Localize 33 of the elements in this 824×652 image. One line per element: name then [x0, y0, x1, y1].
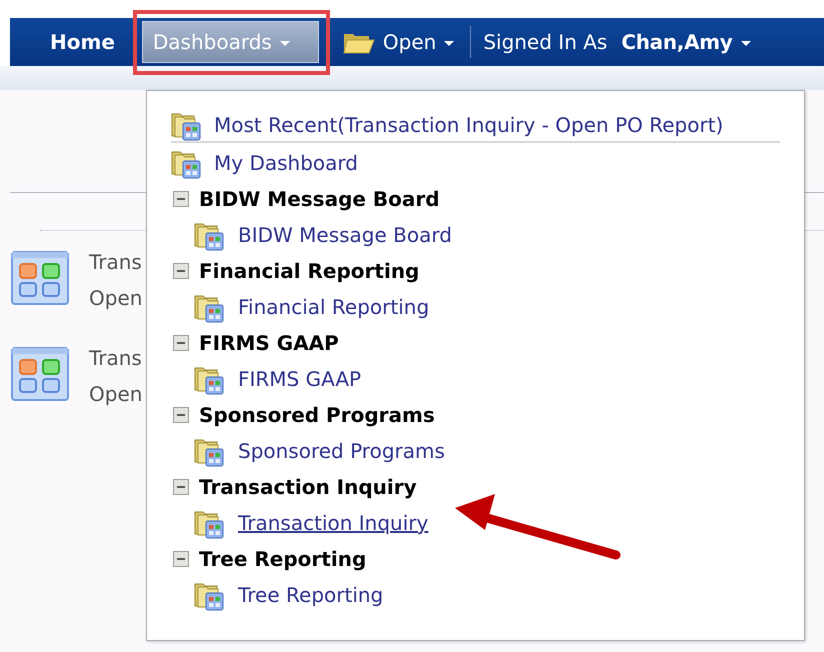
menu-item[interactable]: FIRMS GAAP	[238, 367, 362, 391]
tile-title[interactable]: Trans	[89, 251, 142, 273]
menu-group-heading: FIRMS GAAP	[199, 331, 339, 355]
collapse-icon[interactable]	[173, 551, 189, 567]
tile-subtitle[interactable]: Open	[89, 383, 142, 405]
menu-group-heading: BIDW Message Board	[199, 187, 440, 211]
menu-group-heading: Tree Reporting	[199, 547, 366, 571]
menu-group-heading: Financial Reporting	[199, 259, 420, 283]
menu-item[interactable]: Most Recent(Transaction Inquiry - Open PO Report)	[214, 113, 724, 137]
signed-in-label: Signed In As	[483, 30, 608, 54]
collapse-icon[interactable]	[173, 335, 189, 351]
caret-icon	[444, 41, 454, 46]
collapse-icon[interactable]	[173, 191, 189, 207]
menu-item[interactable]: My Dashboard	[214, 151, 358, 175]
tile-title[interactable]: Trans	[89, 347, 142, 369]
collapse-icon[interactable]	[173, 407, 189, 423]
menu-item[interactable]: Transaction Inquiry	[238, 511, 428, 535]
menu-item[interactable]: Sponsored Programs	[238, 439, 445, 463]
tile-subtitle[interactable]: Open	[89, 287, 142, 309]
collapse-icon[interactable]	[173, 263, 189, 279]
menu-group-heading: Transaction Inquiry	[199, 475, 417, 499]
caret-icon	[740, 41, 751, 46]
collapse-icon[interactable]	[173, 479, 189, 495]
menu-item[interactable]: Tree Reporting	[238, 583, 384, 607]
caret-icon	[280, 41, 290, 46]
dashboard-icon	[11, 347, 69, 401]
open-menu-button[interactable]: Open	[318, 21, 464, 63]
home-link[interactable]: Home	[40, 21, 125, 63]
menu-item[interactable]: Financial Reporting	[238, 295, 430, 319]
menu-item[interactable]: BIDW Message Board	[238, 223, 452, 247]
dashboard-icon	[11, 251, 69, 305]
user-menu-button[interactable]: Chan,Amy	[607, 21, 757, 63]
menu-group-heading: Sponsored Programs	[199, 403, 435, 427]
